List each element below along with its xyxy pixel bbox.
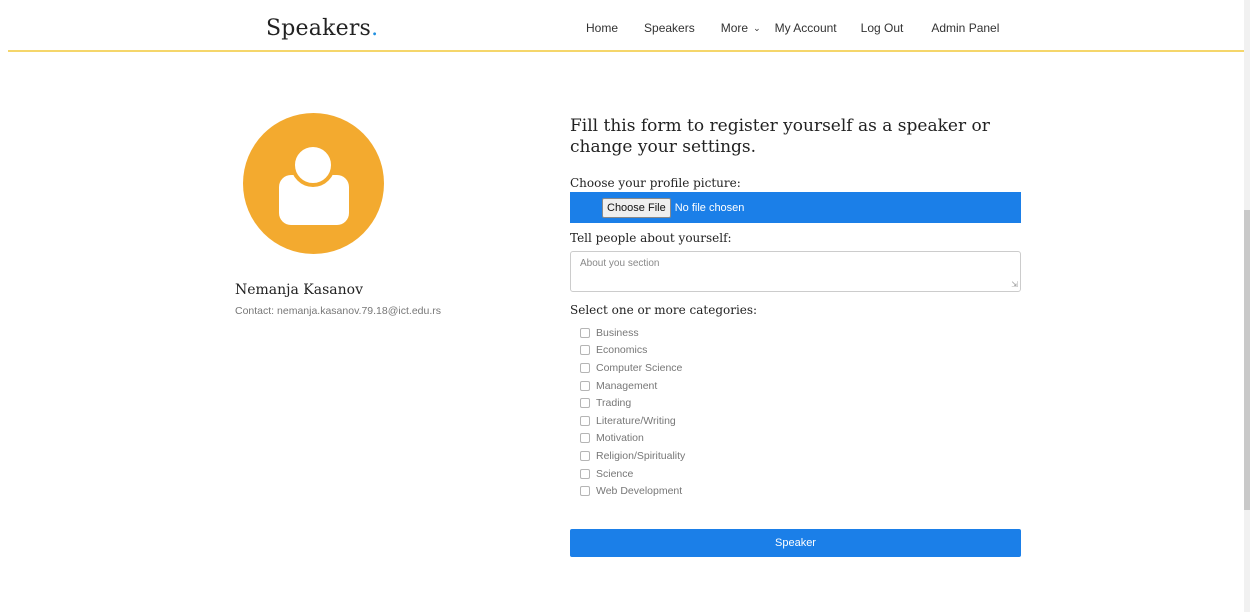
category-item[interactable]: Management xyxy=(580,377,685,395)
checkbox[interactable] xyxy=(580,380,590,391)
checkbox[interactable] xyxy=(580,398,590,409)
about-textarea[interactable]: About you section ⇲ xyxy=(570,251,1021,292)
category-label: Literature/Writing xyxy=(596,414,676,427)
checkbox[interactable] xyxy=(580,468,590,479)
category-label: Trading xyxy=(596,397,632,410)
category-item[interactable]: Literature/Writing xyxy=(580,412,685,430)
user-avatar-icon xyxy=(243,113,384,254)
category-item[interactable]: Web Development xyxy=(580,482,685,500)
choose-file-button[interactable]: Choose File xyxy=(602,197,671,218)
category-label: Computer Science xyxy=(596,361,683,374)
nav-more-label: More xyxy=(720,21,749,35)
nav-speakers[interactable]: Speakers xyxy=(644,21,695,35)
category-item[interactable]: Business xyxy=(580,324,685,342)
submit-speaker-button[interactable]: Speaker xyxy=(570,529,1021,557)
checkbox[interactable] xyxy=(580,433,590,444)
scrollbar-thumb[interactable] xyxy=(1244,210,1250,510)
category-label: Religion/Spirituality xyxy=(596,449,686,462)
category-list: Business Economics Computer Science Mana… xyxy=(580,324,685,500)
form-title: Fill this form to register yourself as a… xyxy=(570,116,990,157)
category-label: Motivation xyxy=(596,432,644,445)
resize-handle-icon[interactable]: ⇲ xyxy=(1011,280,1018,289)
speaker-form: Fill this form to register yourself as a… xyxy=(570,116,1021,557)
nav-my-account[interactable]: My Account xyxy=(775,21,837,35)
checkbox[interactable] xyxy=(580,450,590,461)
nav-log-out[interactable]: Log Out xyxy=(861,21,904,35)
profile-picture-label: Choose your profile picture: xyxy=(570,176,741,190)
avatar-head-shape xyxy=(291,143,335,187)
brand-dot: . xyxy=(371,16,379,41)
category-label: Business xyxy=(596,326,639,339)
category-item[interactable]: Computer Science xyxy=(580,359,685,377)
profile-contact: Contact: nemanja.kasanov.79.18@ict.edu.r… xyxy=(235,305,441,317)
main-nav: Home Speakers More ⌄ My Account Log Out … xyxy=(586,21,999,35)
page: Speakers. Home Speakers More ⌄ My Accoun… xyxy=(0,0,1250,612)
checkbox[interactable] xyxy=(580,362,590,373)
chevron-down-icon: ⌄ xyxy=(753,22,761,33)
category-label: Management xyxy=(596,379,658,392)
about-label: Tell people about yourself: xyxy=(570,231,732,245)
header: Speakers. Home Speakers More ⌄ My Accoun… xyxy=(8,0,1244,52)
about-placeholder: About you section xyxy=(580,258,660,269)
category-item[interactable]: Trading xyxy=(580,394,685,412)
nav-home[interactable]: Home xyxy=(586,21,618,35)
nav-admin-panel[interactable]: Admin Panel xyxy=(931,21,999,35)
category-label: Economics xyxy=(596,344,648,357)
category-item[interactable]: Science xyxy=(580,465,685,483)
checkbox[interactable] xyxy=(580,327,590,338)
nav-more-dropdown[interactable]: More ⌄ xyxy=(721,21,761,35)
brand-logo[interactable]: Speakers. xyxy=(266,16,378,41)
profile-name: Nemanja Kasanov xyxy=(235,282,364,298)
profile-picture-input[interactable]: Choose File No file chosen xyxy=(570,192,1021,223)
page-scrollbar[interactable] xyxy=(1244,0,1250,612)
file-status: No file chosen xyxy=(674,201,745,214)
checkbox[interactable] xyxy=(580,345,590,356)
checkbox[interactable] xyxy=(580,486,590,497)
category-label: Web Development xyxy=(596,485,683,498)
brand-text: Speakers xyxy=(266,16,372,41)
category-item[interactable]: Economics xyxy=(580,342,685,360)
checkbox[interactable] xyxy=(580,415,590,426)
categories-label: Select one or more categories: xyxy=(570,303,758,317)
category-item[interactable]: Religion/Spirituality xyxy=(580,447,685,465)
category-item[interactable]: Motivation xyxy=(580,430,685,448)
category-label: Science xyxy=(596,467,634,480)
